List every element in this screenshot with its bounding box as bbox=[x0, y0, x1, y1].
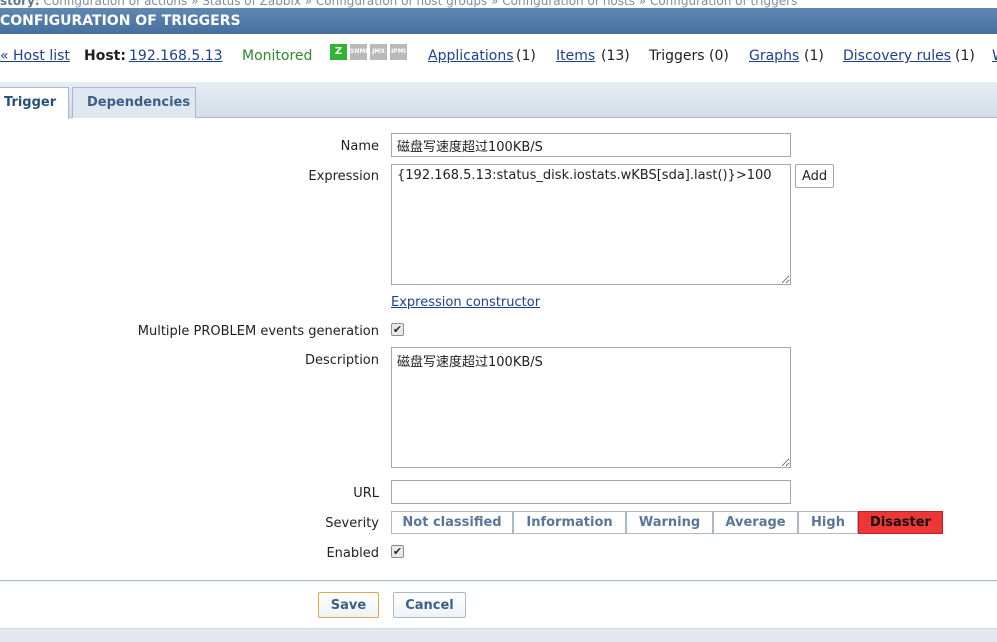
jmx-availability-icon: JMX bbox=[370, 44, 387, 60]
url-input[interactable] bbox=[391, 480, 791, 504]
items-link[interactable]: Items bbox=[556, 44, 595, 68]
severity-disaster[interactable]: Disaster bbox=[858, 511, 943, 534]
ipmi-availability-icon: IPMI bbox=[390, 44, 407, 60]
host-name-link[interactable]: 192.168.5.13 bbox=[129, 44, 223, 68]
expression-textarea[interactable] bbox=[391, 164, 791, 285]
multiple-problem-label: Multiple PROBLEM events generation bbox=[137, 324, 379, 339]
cancel-button[interactable]: Cancel bbox=[393, 592, 466, 618]
description-textarea[interactable] bbox=[391, 347, 791, 468]
severity-not-classified[interactable]: Not classified bbox=[391, 511, 513, 534]
tab-dependencies[interactable]: Dependencies bbox=[72, 87, 196, 118]
host-navigation-bar: « Host list Host: 192.168.5.13 Monitored… bbox=[0, 44, 997, 70]
tab-trigger[interactable]: Trigger bbox=[0, 87, 69, 119]
web-scenarios-link[interactable]: W bbox=[992, 44, 997, 68]
applications-link[interactable]: Applications bbox=[428, 44, 514, 68]
graphs-link[interactable]: Graphs bbox=[749, 44, 799, 68]
enabled-label: Enabled bbox=[326, 546, 379, 561]
applications-count: (1) bbox=[516, 48, 536, 64]
footer-bar bbox=[0, 628, 997, 642]
host-label: Host: bbox=[84, 48, 126, 64]
graphs-count: (1) bbox=[804, 48, 824, 64]
name-label: Name bbox=[340, 139, 379, 154]
name-input[interactable] bbox=[391, 133, 791, 157]
discovery-rules-count: (1) bbox=[955, 48, 975, 64]
form-divider bbox=[0, 580, 997, 582]
severity-label: Severity bbox=[325, 516, 379, 531]
url-label: URL bbox=[353, 486, 379, 501]
triggers-current: Triggers (0) bbox=[649, 48, 729, 64]
add-expression-button[interactable]: Add bbox=[795, 164, 834, 188]
discovery-rules-link[interactable]: Discovery rules bbox=[843, 44, 951, 68]
description-label: Description bbox=[304, 353, 379, 368]
severity-high[interactable]: High bbox=[798, 511, 858, 534]
severity-information[interactable]: Information bbox=[513, 511, 626, 534]
enabled-checkbox[interactable]: ✔ bbox=[391, 545, 404, 558]
snmp-availability-icon: SNMP bbox=[350, 44, 370, 60]
host-list-link[interactable]: « Host list bbox=[0, 44, 70, 68]
expression-constructor-link[interactable]: Expression constructor bbox=[391, 295, 540, 310]
form-tabs: Trigger Dependencies bbox=[0, 82, 997, 119]
save-button[interactable]: Save bbox=[318, 592, 379, 618]
history-label: story: bbox=[0, 0, 40, 8]
host-status: Monitored bbox=[242, 48, 313, 64]
zabbix-agent-availability-icon: Z bbox=[330, 44, 347, 60]
items-count: (13) bbox=[601, 48, 630, 64]
history-trail[interactable]: Configuration of actions » Status of Zab… bbox=[44, 0, 798, 8]
severity-average[interactable]: Average bbox=[713, 511, 798, 534]
history-breadcrumb: story: Configuration of actions » Status… bbox=[0, 0, 997, 8]
severity-warning[interactable]: Warning bbox=[626, 511, 713, 534]
multiple-problem-checkbox[interactable]: ✔ bbox=[391, 323, 404, 336]
expression-label: Expression bbox=[308, 169, 379, 184]
page-title-bar: CONFIGURATION OF TRIGGERS bbox=[0, 8, 997, 34]
page-title: CONFIGURATION OF TRIGGERS bbox=[0, 13, 241, 29]
